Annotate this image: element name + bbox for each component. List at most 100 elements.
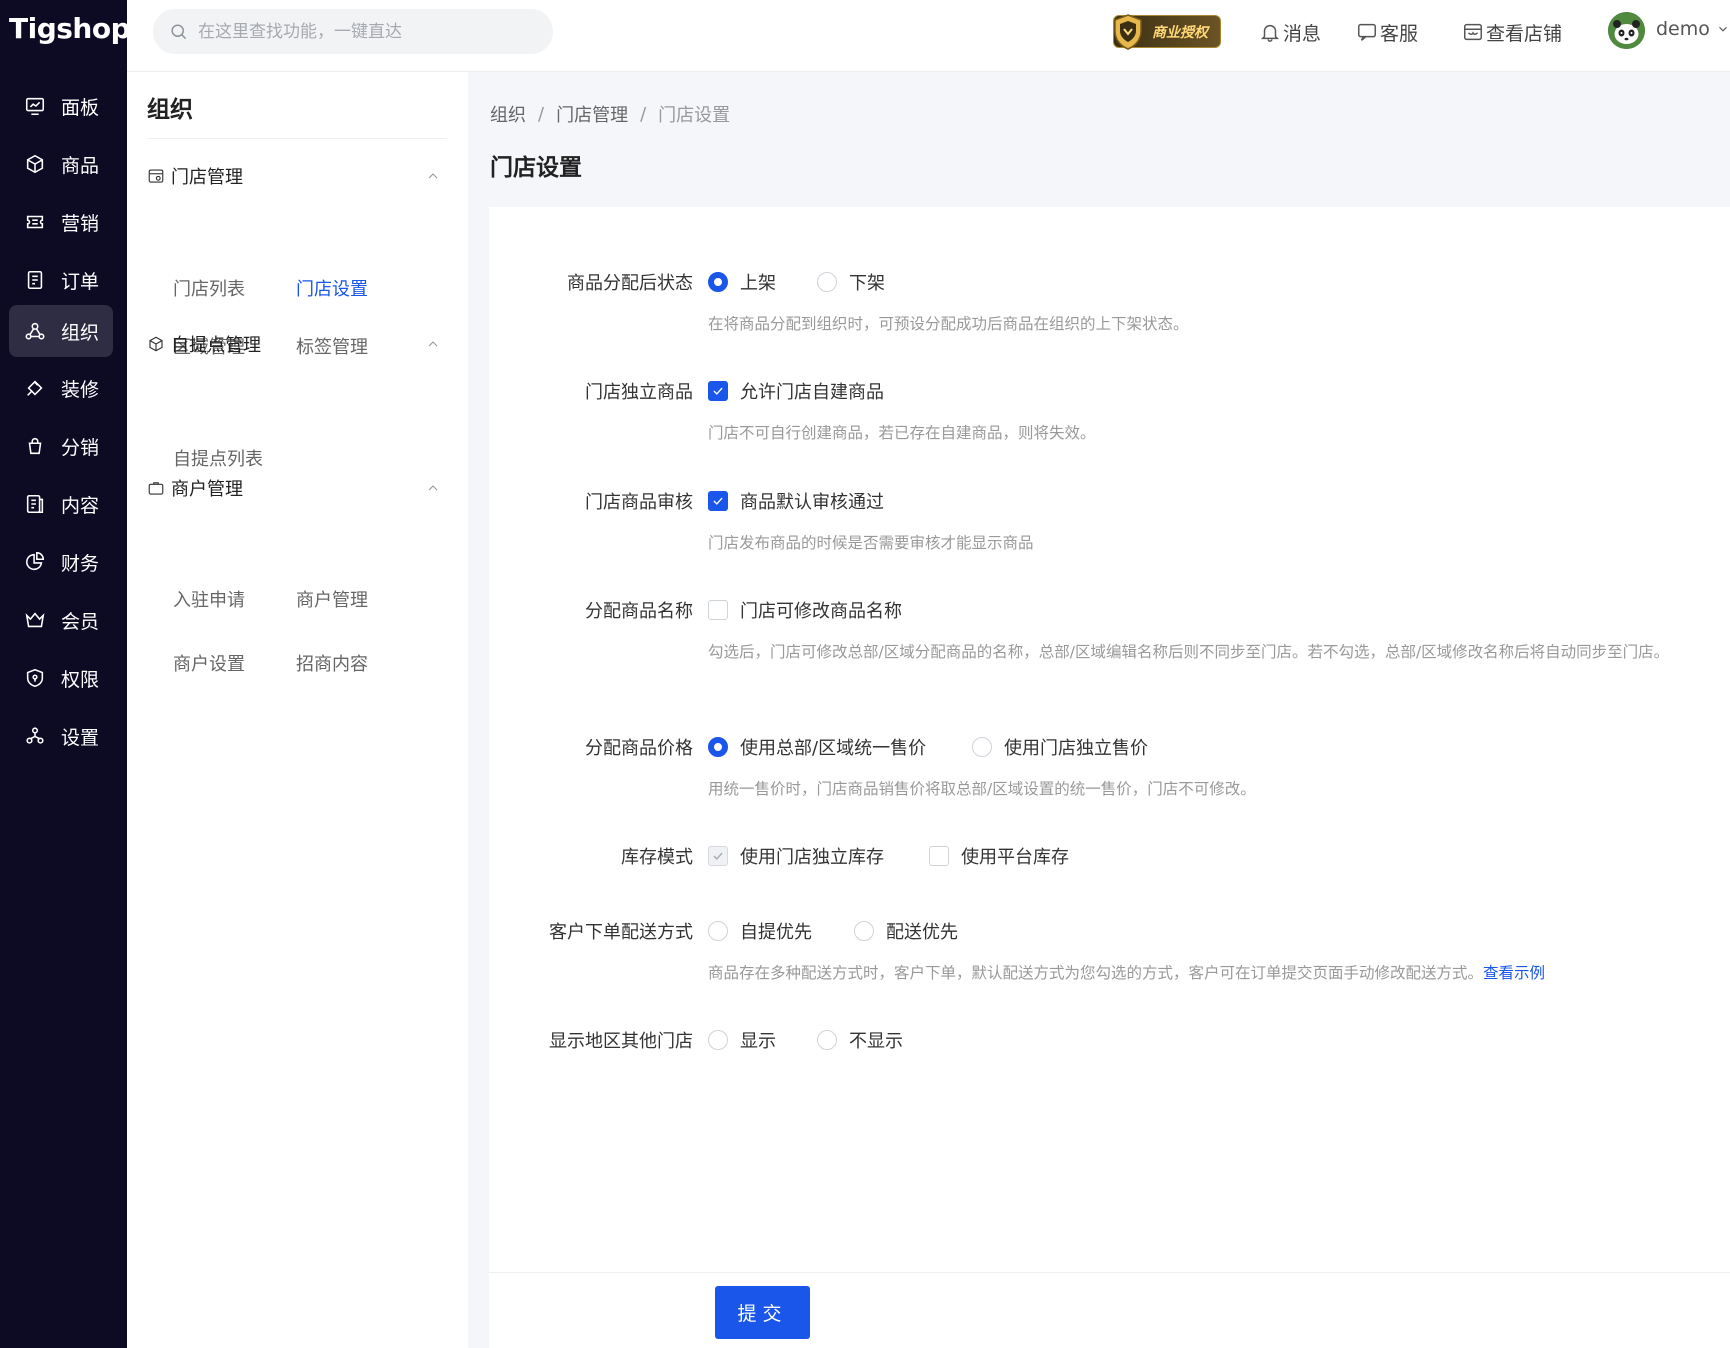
field-label: 商品分配后状态 xyxy=(567,273,693,294)
group-label: 商户管理 xyxy=(171,479,243,500)
avatar[interactable] xyxy=(1608,12,1645,49)
radio-delivery-first[interactable]: 配送优先 xyxy=(854,918,958,944)
search-input[interactable] xyxy=(198,21,528,42)
nav-item-label: 组织 xyxy=(61,321,100,344)
radio-unlisted[interactable]: 下架 xyxy=(817,269,885,295)
field-label: 分配商品价格 xyxy=(585,738,693,759)
sub-item-join-application[interactable]: 入驻申请 xyxy=(173,586,245,612)
radio-indicator-checked xyxy=(708,737,728,757)
breadcrumb-item[interactable]: 组织 xyxy=(490,101,526,127)
paint-icon xyxy=(24,377,46,399)
bell-icon xyxy=(1260,24,1280,42)
store-settings-icon xyxy=(148,169,164,183)
breadcrumb-separator: / xyxy=(640,103,647,125)
radio-indicator xyxy=(817,1030,837,1050)
order-icon xyxy=(24,269,46,291)
nav-item-label: 分销 xyxy=(61,436,100,459)
sub-item-merchant-management[interactable]: 商户管理 xyxy=(296,586,368,612)
checkbox-editable-name[interactable]: 门店可修改商品名称 xyxy=(708,597,902,623)
radio-independent-price[interactable]: 使用门店独立售价 xyxy=(972,734,1148,760)
radio-listed[interactable]: 上架 xyxy=(708,269,776,295)
nav-item-marketing[interactable]: 营销 xyxy=(9,196,113,248)
check-icon xyxy=(713,852,723,860)
group-store-management[interactable]: 门店管理 xyxy=(147,161,447,191)
license-badge[interactable]: 商业授权 xyxy=(1113,14,1221,50)
nav-item-label: 装修 xyxy=(61,378,100,401)
sub-item-recruit-content[interactable]: 招商内容 xyxy=(296,650,368,676)
organization-icon xyxy=(24,320,46,342)
checkbox-indicator-disabled-checked xyxy=(708,846,728,866)
logo: Tigshop xyxy=(9,12,131,45)
document-icon xyxy=(24,493,46,515)
sub-sidebar: 组织 门店管理 门店列表 门店设置 区域管理 标签管理 自提点管理 自提点列表 … xyxy=(127,72,468,1348)
nav-item-dashboard[interactable]: 面板 xyxy=(9,80,113,132)
user-menu[interactable]: demo xyxy=(1656,18,1730,40)
nav-item-label: 内容 xyxy=(61,494,100,517)
view-example-link[interactable]: 查看示例 xyxy=(1483,964,1545,982)
sub-item-merchant-settings[interactable]: 商户设置 xyxy=(173,650,245,676)
nav-item-permissions[interactable]: 权限 xyxy=(9,652,113,704)
checkbox-independent-stock[interactable]: 使用门店独立库存 xyxy=(708,843,884,869)
nav-item-distribution[interactable]: 分销 xyxy=(9,420,113,472)
field-label: 门店独立商品 xyxy=(585,382,693,403)
submit-button[interactable]: 提交 xyxy=(715,1286,810,1339)
radio-unified-price[interactable]: 使用总部/区域统一售价 xyxy=(708,734,926,760)
option-label: 配送优先 xyxy=(886,922,958,943)
nav-item-orders[interactable]: 订单 xyxy=(9,254,113,306)
nav-item-label: 营销 xyxy=(61,212,100,235)
box-icon xyxy=(24,153,46,175)
option-label: 使用平台库存 xyxy=(961,847,1069,868)
radio-indicator xyxy=(708,921,728,941)
messages-link[interactable]: 消息 xyxy=(1259,19,1321,45)
nav-item-organization[interactable]: 组织 xyxy=(9,305,113,357)
service-link[interactable]: 客服 xyxy=(1356,19,1418,45)
option-label: 商品默认审核通过 xyxy=(740,492,884,513)
checkbox-platform-stock[interactable]: 使用平台库存 xyxy=(929,843,1069,869)
sub-item-store-list[interactable]: 门店列表 xyxy=(173,275,245,301)
chevron-down-icon xyxy=(1718,26,1727,32)
radio-indicator xyxy=(708,1030,728,1050)
chevron-up-icon xyxy=(428,173,438,179)
chevron-up-icon xyxy=(428,485,438,491)
group-pickup-management[interactable]: 自提点管理 xyxy=(147,329,447,359)
view-store-link[interactable]: 查看店铺 xyxy=(1462,19,1562,45)
help-text: 门店不可自行创建商品，若已存在自建商品，则将失效。 xyxy=(708,424,1096,442)
nav-item-finance[interactable]: 财务 xyxy=(9,536,113,588)
help-text: 用统一售价时，门店商品销售价将取总部/区域设置的统一售价，门店不可修改。 xyxy=(708,780,1256,798)
help-text: 在将商品分配到组织时，可预设分配成功后商品在组织的上下架状态。 xyxy=(708,315,1189,333)
license-shield-icon xyxy=(1114,14,1142,50)
main-nav: Tigshop 面板 商品 营销 订单 组织 装修 分销 内容 财务 会员 权限… xyxy=(0,0,131,1348)
checkbox-allow-self-built[interactable]: 允许门店自建商品 xyxy=(708,378,884,404)
radio-show[interactable]: 显示 xyxy=(708,1027,776,1053)
nav-item-members[interactable]: 会员 xyxy=(9,594,113,646)
checkbox-auto-approve[interactable]: 商品默认审核通过 xyxy=(708,488,884,514)
sub-item-pickup-list[interactable]: 自提点列表 xyxy=(173,445,263,471)
help-text: 商品存在多种配送方式时，客户下单，默认配送方式为您勾选的方式，客户可在订单提交页… xyxy=(708,960,1678,986)
checkbox-indicator-checked xyxy=(708,381,728,401)
option-label: 自提优先 xyxy=(740,922,812,943)
help-text-body: 商品存在多种配送方式时，客户下单，默认配送方式为您勾选的方式，客户可在订单提交页… xyxy=(708,964,1484,982)
nav-item-label: 设置 xyxy=(61,726,100,749)
option-label: 允许门店自建商品 xyxy=(740,382,884,403)
breadcrumb-separator: / xyxy=(538,103,545,125)
breadcrumb-current: 门店设置 xyxy=(658,105,731,126)
nav-item-label: 会员 xyxy=(61,610,100,633)
nav-item-products[interactable]: 商品 xyxy=(9,138,113,190)
sub-item-store-settings[interactable]: 门店设置 xyxy=(296,275,368,301)
license-badge-label: 商业授权 xyxy=(1152,24,1208,41)
search-bar[interactable] xyxy=(153,9,553,54)
nav-item-settings[interactable]: 设置 xyxy=(9,710,113,762)
radio-pickup-first[interactable]: 自提优先 xyxy=(708,918,812,944)
store-icon xyxy=(1464,23,1482,41)
group-merchant-management[interactable]: 商户管理 xyxy=(147,473,447,503)
bag-icon xyxy=(24,435,46,457)
panda-avatar-icon xyxy=(1608,12,1645,49)
breadcrumb-item[interactable]: 门店管理 xyxy=(556,101,628,127)
radio-hide[interactable]: 不显示 xyxy=(817,1027,903,1053)
page-title: 门店设置 xyxy=(490,155,582,181)
nav-item-content[interactable]: 内容 xyxy=(9,478,113,530)
pie-chart-icon xyxy=(24,551,46,573)
nav-item-decoration[interactable]: 装修 xyxy=(9,362,113,414)
nav-item-label: 面板 xyxy=(61,96,100,119)
top-header: 商业授权 消息 客服 查看店铺 demo xyxy=(127,0,1730,72)
